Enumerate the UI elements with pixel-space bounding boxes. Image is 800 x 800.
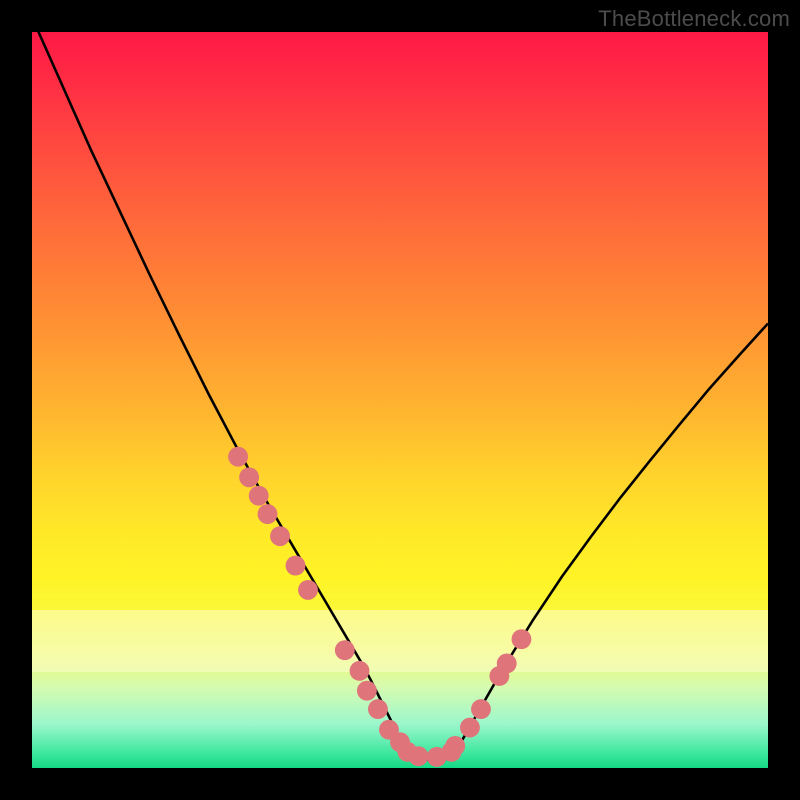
data-marker [357, 681, 377, 701]
data-marker [512, 629, 532, 649]
data-marker [460, 718, 480, 738]
data-marker [335, 640, 355, 660]
data-marker [228, 447, 248, 467]
plot-area [32, 32, 768, 768]
watermark-text: TheBottleneck.com [598, 6, 790, 32]
data-marker [471, 699, 491, 719]
curve-layer [32, 32, 768, 761]
data-marker [258, 504, 278, 524]
data-marker [239, 467, 259, 487]
data-marker [445, 736, 465, 756]
data-marker [497, 654, 517, 674]
data-marker [298, 580, 318, 600]
data-marker [350, 661, 370, 681]
data-marker [286, 556, 306, 576]
marker-layer [228, 447, 531, 767]
chart-svg [32, 32, 768, 768]
data-marker [270, 526, 290, 546]
main-curve [32, 32, 768, 761]
chart-frame: TheBottleneck.com [0, 0, 800, 800]
data-marker [249, 486, 269, 506]
data-marker [368, 699, 388, 719]
data-marker [408, 746, 428, 766]
